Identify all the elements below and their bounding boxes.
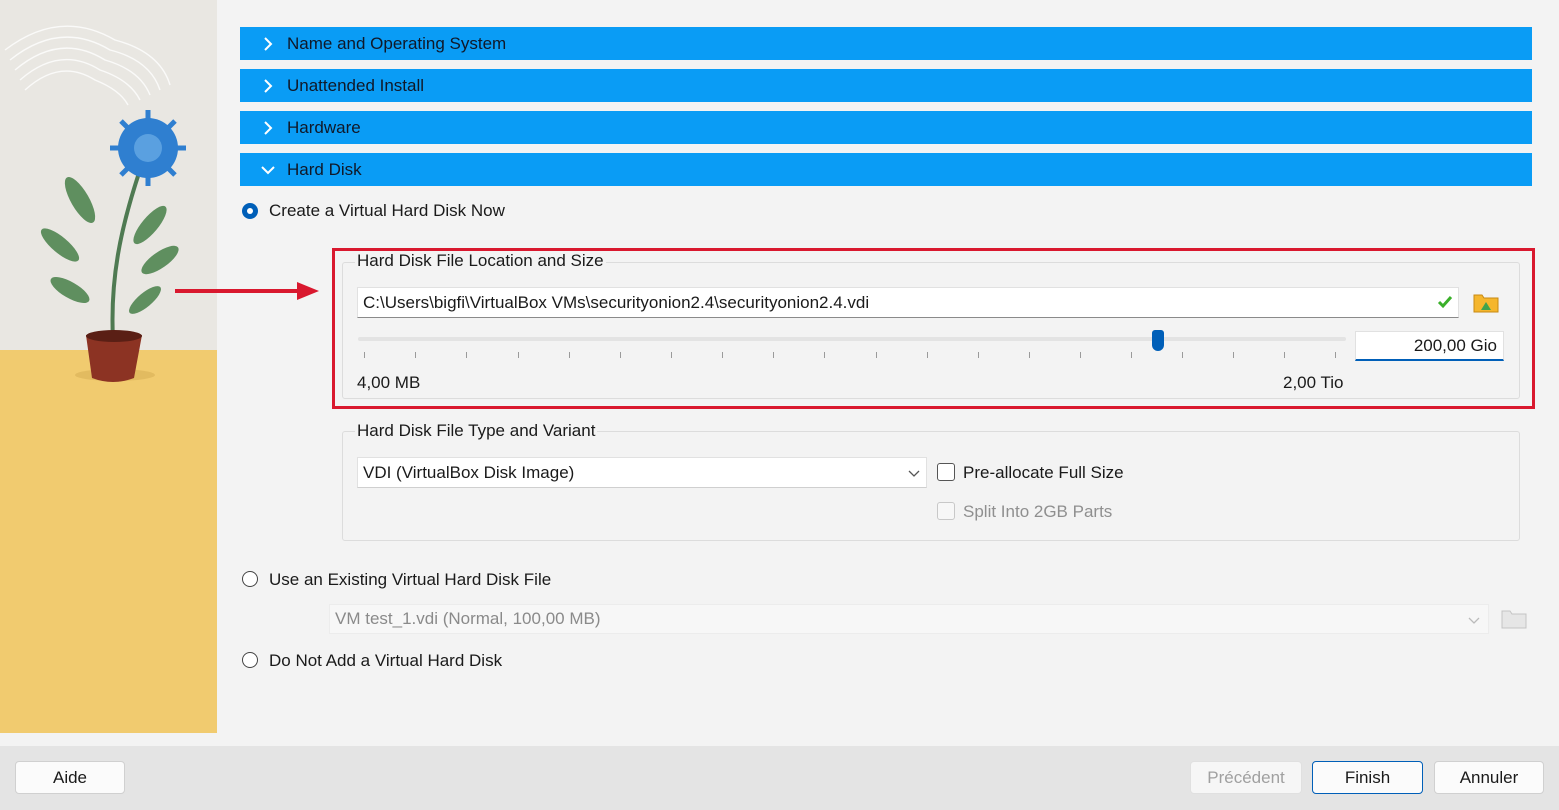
dropdown-arrow-icon [908, 470, 920, 477]
cancel-button[interactable]: Annuler [1434, 761, 1544, 794]
section-hard-disk[interactable]: Hard Disk [240, 153, 1532, 186]
radio-no-disk[interactable] [242, 652, 258, 668]
chevron-right-icon [264, 36, 273, 51]
split-2gb-checkbox[interactable] [937, 502, 955, 520]
split-2gb-label[interactable]: Split Into 2GB Parts [963, 502, 1112, 522]
section-hardware[interactable]: Hardware [240, 111, 1532, 144]
radio-create-disk[interactable] [242, 203, 258, 219]
section-unattended-install[interactable]: Unattended Install [240, 69, 1532, 102]
existing-disk-select[interactable]: VM test_1.vdi (Normal, 100,00 MB) [329, 604, 1489, 634]
existing-disk-value: VM test_1.vdi (Normal, 100,00 MB) [335, 609, 601, 628]
finish-button[interactable]: Finish [1312, 761, 1423, 794]
disk-type-select[interactable]: VDI (VirtualBox Disk Image) [357, 457, 927, 488]
preallocate-checkbox[interactable] [937, 463, 955, 481]
back-button[interactable]: Précédent [1190, 761, 1302, 794]
help-button[interactable]: Aide [15, 761, 125, 794]
preallocate-label[interactable]: Pre-allocate Full Size [963, 463, 1124, 483]
radio-existing-disk-label[interactable]: Use an Existing Virtual Hard Disk File [269, 570, 551, 590]
section-label: Hardware [287, 117, 361, 137]
section-label: Unattended Install [287, 75, 425, 95]
section-label: Hard Disk [287, 159, 362, 179]
wizard-illustration [0, 0, 217, 733]
arrow-annotation-icon [175, 282, 319, 300]
dropdown-arrow-icon [1468, 617, 1480, 624]
disk-type-value: VDI (VirtualBox Disk Image) [363, 462, 575, 482]
folder-icon[interactable] [1501, 606, 1527, 630]
section-name-os[interactable]: Name and Operating System [240, 27, 1532, 60]
chevron-down-icon [261, 165, 275, 174]
radio-create-disk-label[interactable]: Create a Virtual Hard Disk Now [269, 201, 505, 221]
type-group-title: Hard Disk File Type and Variant [355, 421, 598, 441]
chevron-right-icon [264, 78, 273, 93]
highlight-annotation-box [332, 248, 1535, 409]
radio-existing-disk[interactable] [242, 571, 258, 587]
chevron-right-icon [264, 120, 273, 135]
radio-no-disk-label[interactable]: Do Not Add a Virtual Hard Disk [269, 651, 502, 671]
section-label: Name and Operating System [287, 33, 507, 53]
flower-pot-illustration [0, 25, 217, 733]
